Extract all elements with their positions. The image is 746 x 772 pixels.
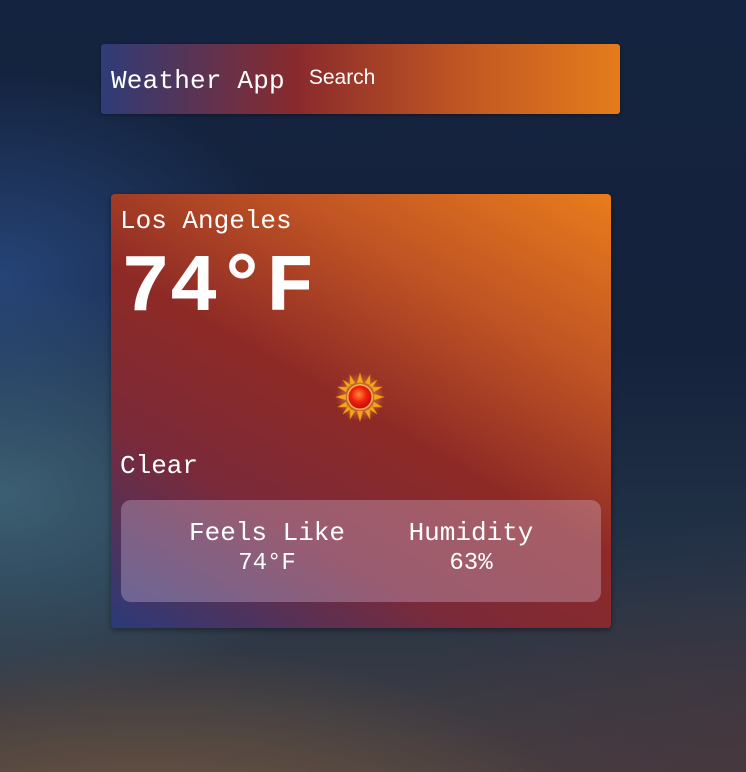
- weather-condition: Clear: [120, 451, 199, 481]
- humidity-value: 63%: [449, 550, 493, 577]
- current-temperature: 74°F: [121, 242, 315, 335]
- feels-like-label: Feels Like: [188, 518, 346, 548]
- weather-stats-panel: Feels Like 74°F Humidity 63%: [121, 500, 601, 602]
- weather-card: Los Angeles 74°F Clear Feels Like 74°F H…: [111, 194, 611, 628]
- app-title[interactable]: Weather App: [111, 66, 285, 96]
- top-navbar: Weather App Search: [101, 44, 620, 114]
- humidity-label: Humidity: [408, 518, 534, 548]
- humidity-stat: Humidity 63%: [391, 518, 551, 580]
- sun-icon: [335, 372, 385, 422]
- feels-like-stat: Feels Like 74°F: [177, 518, 357, 580]
- feels-like-value: 74°F: [238, 550, 296, 577]
- search-link[interactable]: Search: [309, 66, 376, 90]
- city-name: Los Angeles: [120, 206, 292, 236]
